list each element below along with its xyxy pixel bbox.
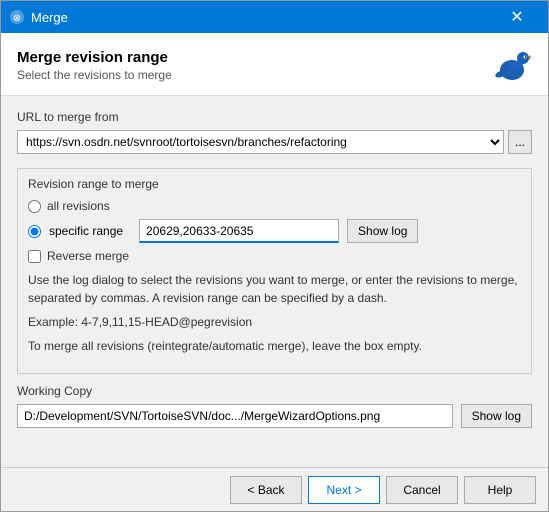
working-copy-input[interactable]: [17, 404, 453, 428]
url-row: https://svn.osdn.net/svnroot/tortoisesvn…: [17, 130, 532, 154]
revision-group: Revision range to merge all revisions sp…: [17, 168, 532, 374]
content-area: URL to merge from https://svn.osdn.net/s…: [1, 96, 548, 467]
header-title: Merge revision range: [17, 49, 172, 66]
next-button[interactable]: Next >: [308, 476, 380, 504]
url-label: URL to merge from: [17, 110, 532, 124]
example-text: Example: 4-7,9,11,15-HEAD@pegrevision: [28, 315, 521, 329]
revision-range-input[interactable]: [139, 219, 339, 243]
specific-range-row: specific range Show log: [28, 219, 521, 243]
reverse-merge-row: Reverse merge: [28, 249, 521, 263]
all-revisions-radio[interactable]: [28, 200, 41, 213]
help-button[interactable]: Help: [464, 476, 536, 504]
cancel-button[interactable]: Cancel: [386, 476, 458, 504]
footer: < Back Next > Cancel Help: [1, 467, 548, 511]
specific-range-label: specific range: [49, 224, 123, 238]
url-input[interactable]: https://svn.osdn.net/svnroot/tortoisesvn…: [17, 130, 504, 154]
header-text: Merge revision range Select the revision…: [17, 49, 172, 82]
app-icon: ⊗: [9, 9, 25, 25]
header-subtitle: Select the revisions to merge: [17, 68, 172, 82]
url-browse-button[interactable]: ...: [508, 130, 532, 154]
header-banner: Merge revision range Select the revision…: [1, 33, 548, 96]
all-revisions-label: all revisions: [47, 199, 110, 213]
working-copy-show-log-button[interactable]: Show log: [461, 404, 532, 428]
all-revisions-row: all revisions: [28, 199, 521, 213]
window-title: Merge: [31, 10, 494, 25]
specific-range-radio[interactable]: [28, 225, 41, 238]
working-copy-row: Show log: [17, 404, 532, 428]
info-text: Use the log dialog to select the revisio…: [28, 271, 521, 307]
svg-text:⊗: ⊗: [13, 13, 21, 24]
revision-group-title: Revision range to merge: [28, 177, 521, 191]
close-button[interactable]: ✕: [494, 1, 540, 33]
working-copy-label: Working Copy: [17, 384, 532, 398]
titlebar: ⊗ Merge ✕: [1, 1, 548, 33]
merge-dialog: ⊗ Merge ✕ Merge revision range Select th…: [0, 0, 549, 512]
auto-merge-text: To merge all revisions (reintegrate/auto…: [28, 337, 521, 355]
show-log-button[interactable]: Show log: [347, 219, 418, 243]
reverse-merge-checkbox[interactable]: [28, 250, 41, 263]
reverse-merge-label: Reverse merge: [47, 249, 129, 263]
back-button[interactable]: < Back: [230, 476, 302, 504]
tortoise-logo: [492, 45, 532, 85]
working-copy-section: Working Copy Show log: [17, 384, 532, 428]
